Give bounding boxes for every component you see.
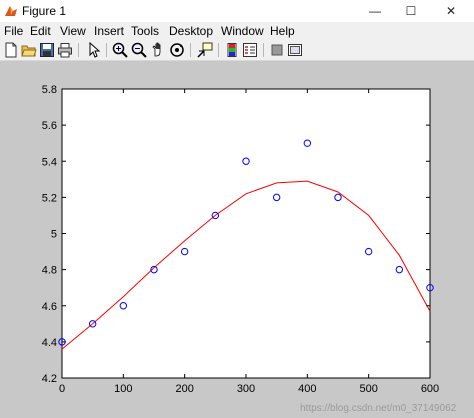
y-tick-labels: 4.2 4.4 4.6 4.8 5 5.2 5.4 5.6 5.8	[42, 84, 57, 385]
data-cursor-icon[interactable]	[197, 42, 213, 58]
pointer-icon[interactable]	[86, 42, 102, 58]
open-file-icon[interactable]	[21, 42, 37, 58]
x-tick-label: 300	[237, 383, 255, 395]
pan-icon[interactable]	[150, 42, 166, 58]
toolbar-separator	[190, 43, 191, 57]
y-tick-label: 4.4	[42, 337, 57, 349]
legend-icon[interactable]	[242, 42, 258, 58]
y-tick-label: 4.8	[42, 265, 57, 277]
plot-canvas: 0 100 200 300 400 500 600 4.2 4.4 4.6 4.8 5 5.2 5.4 5…	[42, 84, 457, 414]
title-bar: Figure 1 — ☐ ✕	[0, 0, 474, 23]
menu-window[interactable]: Window	[221, 24, 264, 38]
window-title: Figure 1	[22, 4, 67, 18]
x-tick-label: 100	[114, 383, 132, 395]
x-tick-label: 500	[359, 383, 377, 395]
menu-bar: File Edit View Insert Tools Desktop Wind…	[0, 22, 474, 40]
menu-edit[interactable]: Edit	[30, 24, 51, 38]
print-icon[interactable]	[57, 42, 73, 58]
y-tick-label: 5.2	[42, 192, 57, 204]
colorbar-icon[interactable]	[224, 42, 240, 58]
y-tick-label: 5	[51, 229, 57, 241]
menu-view[interactable]: View	[60, 24, 86, 38]
toolbar-separator	[78, 43, 79, 57]
axes-area[interactable]	[61, 88, 431, 379]
toolbar-separator	[106, 43, 107, 57]
matlab-app-icon	[5, 6, 17, 16]
y-tick-label: 5.4	[42, 156, 57, 168]
y-tick-label: 4.2	[42, 373, 57, 385]
toolbar-separator	[218, 43, 219, 57]
close-button[interactable]: ✕	[434, 0, 468, 22]
rotate-3d-icon[interactable]	[169, 42, 185, 58]
maximize-button[interactable]: ☐	[394, 0, 428, 22]
y-tick-label: 4.6	[42, 301, 57, 313]
show-plot-tools-icon[interactable]	[287, 42, 303, 58]
toolbar-separator	[263, 43, 264, 57]
y-tick-label: 5.8	[42, 84, 57, 96]
save-icon[interactable]	[39, 42, 55, 58]
x-tick-label: 0	[59, 383, 65, 395]
zoom-in-icon[interactable]	[112, 42, 128, 58]
x-tick-labels: 0 100 200 300 400 500 600	[59, 383, 439, 395]
minimize-button[interactable]: —	[358, 0, 392, 22]
x-tick-label: 400	[298, 383, 316, 395]
menu-help[interactable]: Help	[270, 24, 295, 38]
menu-insert[interactable]: Insert	[94, 24, 124, 38]
hide-plot-tools-icon[interactable]	[269, 42, 285, 58]
menu-desktop[interactable]: Desktop	[169, 24, 213, 38]
new-figure-icon[interactable]	[3, 42, 19, 58]
watermark-text: https://blog.csdn.net/m0_37149062	[300, 403, 457, 414]
x-tick-label: 200	[175, 383, 193, 395]
y-tick-label: 5.6	[42, 120, 57, 132]
toolbar	[0, 40, 474, 61]
menu-tools[interactable]: Tools	[131, 24, 159, 38]
figure-canvas: 0 100 200 300 400 500 600 4.2 4.4 4.6 4.8 5 5.2 5.4 5…	[0, 61, 474, 418]
zoom-out-icon[interactable]	[131, 42, 147, 58]
menu-file[interactable]: File	[4, 24, 23, 38]
x-tick-label: 600	[421, 383, 439, 395]
